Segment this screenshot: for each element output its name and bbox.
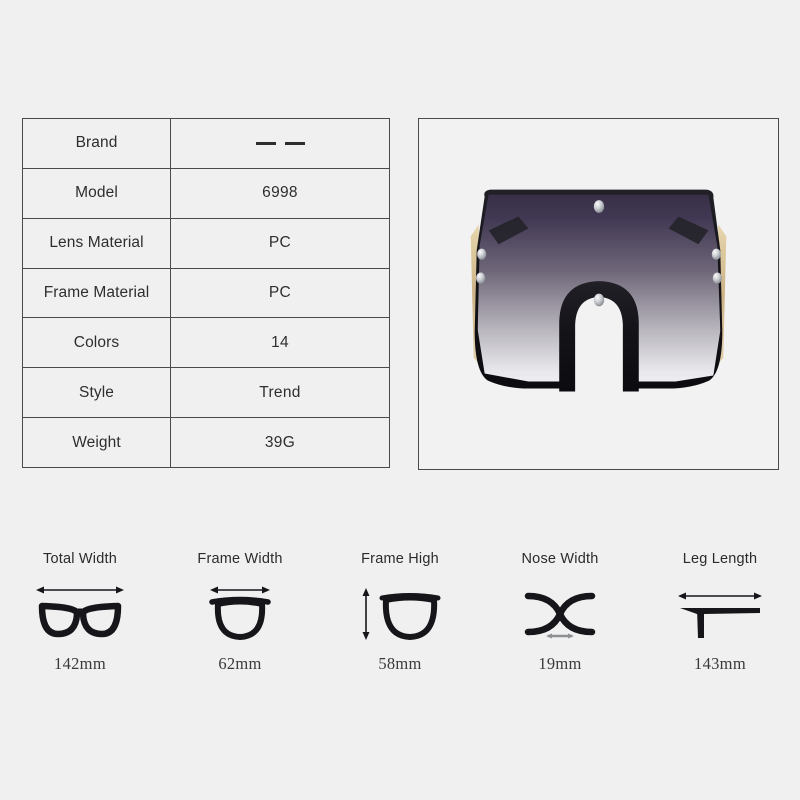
spec-label: Frame Material (23, 268, 171, 318)
spec-label: Model (23, 168, 171, 218)
sunglasses-product-image (419, 119, 778, 469)
table-row: Style Trend (23, 368, 389, 419)
measure-value: 142mm (54, 654, 106, 673)
spec-label: Brand (23, 119, 171, 168)
measure-label: Total Width (43, 551, 117, 567)
measure-item-leg-length: Leg Length 143mm (640, 548, 800, 698)
nose-bridge-icon (512, 576, 608, 648)
spec-value-frame-material: PC (268, 284, 292, 301)
spec-value-brand (171, 119, 389, 168)
measure-item-total-width: Total Width 142mm (0, 548, 160, 698)
single-lens-width-icon (192, 576, 288, 648)
measure-item-frame-high: Frame High 58mm (320, 548, 480, 698)
measure-value: 19mm (538, 654, 582, 673)
spec-label: Lens Material (23, 218, 171, 268)
table-row: Model 6998 (23, 168, 389, 219)
table-row: Weight 39G (23, 418, 389, 468)
spec-value-model: 6998 (262, 184, 298, 202)
measure-value: 58mm (378, 654, 422, 673)
spec-label: Weight (23, 418, 171, 468)
measure-value: 62mm (218, 654, 262, 673)
product-info-section: Brand Model 6998 Lens Material PC Frame … (0, 0, 800, 520)
spec-value-weight: 39G (264, 433, 296, 451)
measure-item-frame-width: Frame Width 62mm (160, 548, 320, 698)
measure-value: 143mm (694, 654, 746, 673)
spec-value-style: Trend (259, 383, 301, 401)
spec-value-colors: 14 (271, 333, 289, 351)
table-row: Frame Material PC (23, 268, 389, 319)
temple-arm-icon (670, 576, 770, 648)
single-lens-height-icon (352, 576, 448, 648)
table-row: Lens Material PC (23, 218, 389, 269)
table-row: Colors 14 (23, 318, 389, 369)
measure-label: Leg Length (682, 551, 758, 567)
specification-table: Brand Model 6998 Lens Material PC Frame … (22, 118, 390, 468)
measure-label: Frame High (361, 551, 439, 567)
table-row: Brand (23, 119, 389, 169)
spec-value-lens-material: PC (268, 234, 292, 252)
measure-label: Frame Width (197, 551, 283, 567)
full-frame-width-icon (32, 576, 128, 648)
spec-label: Colors (23, 318, 171, 368)
measure-item-nose-width: Nose Width 19mm (480, 548, 640, 698)
spec-label: Style (23, 368, 171, 418)
product-photo-panel (418, 118, 779, 470)
brand-dash-placeholder (255, 142, 305, 145)
measure-label: Nose Width (521, 551, 599, 567)
measurement-section: Total Width 142mm Frame Width 62mm Frame… (0, 548, 800, 698)
